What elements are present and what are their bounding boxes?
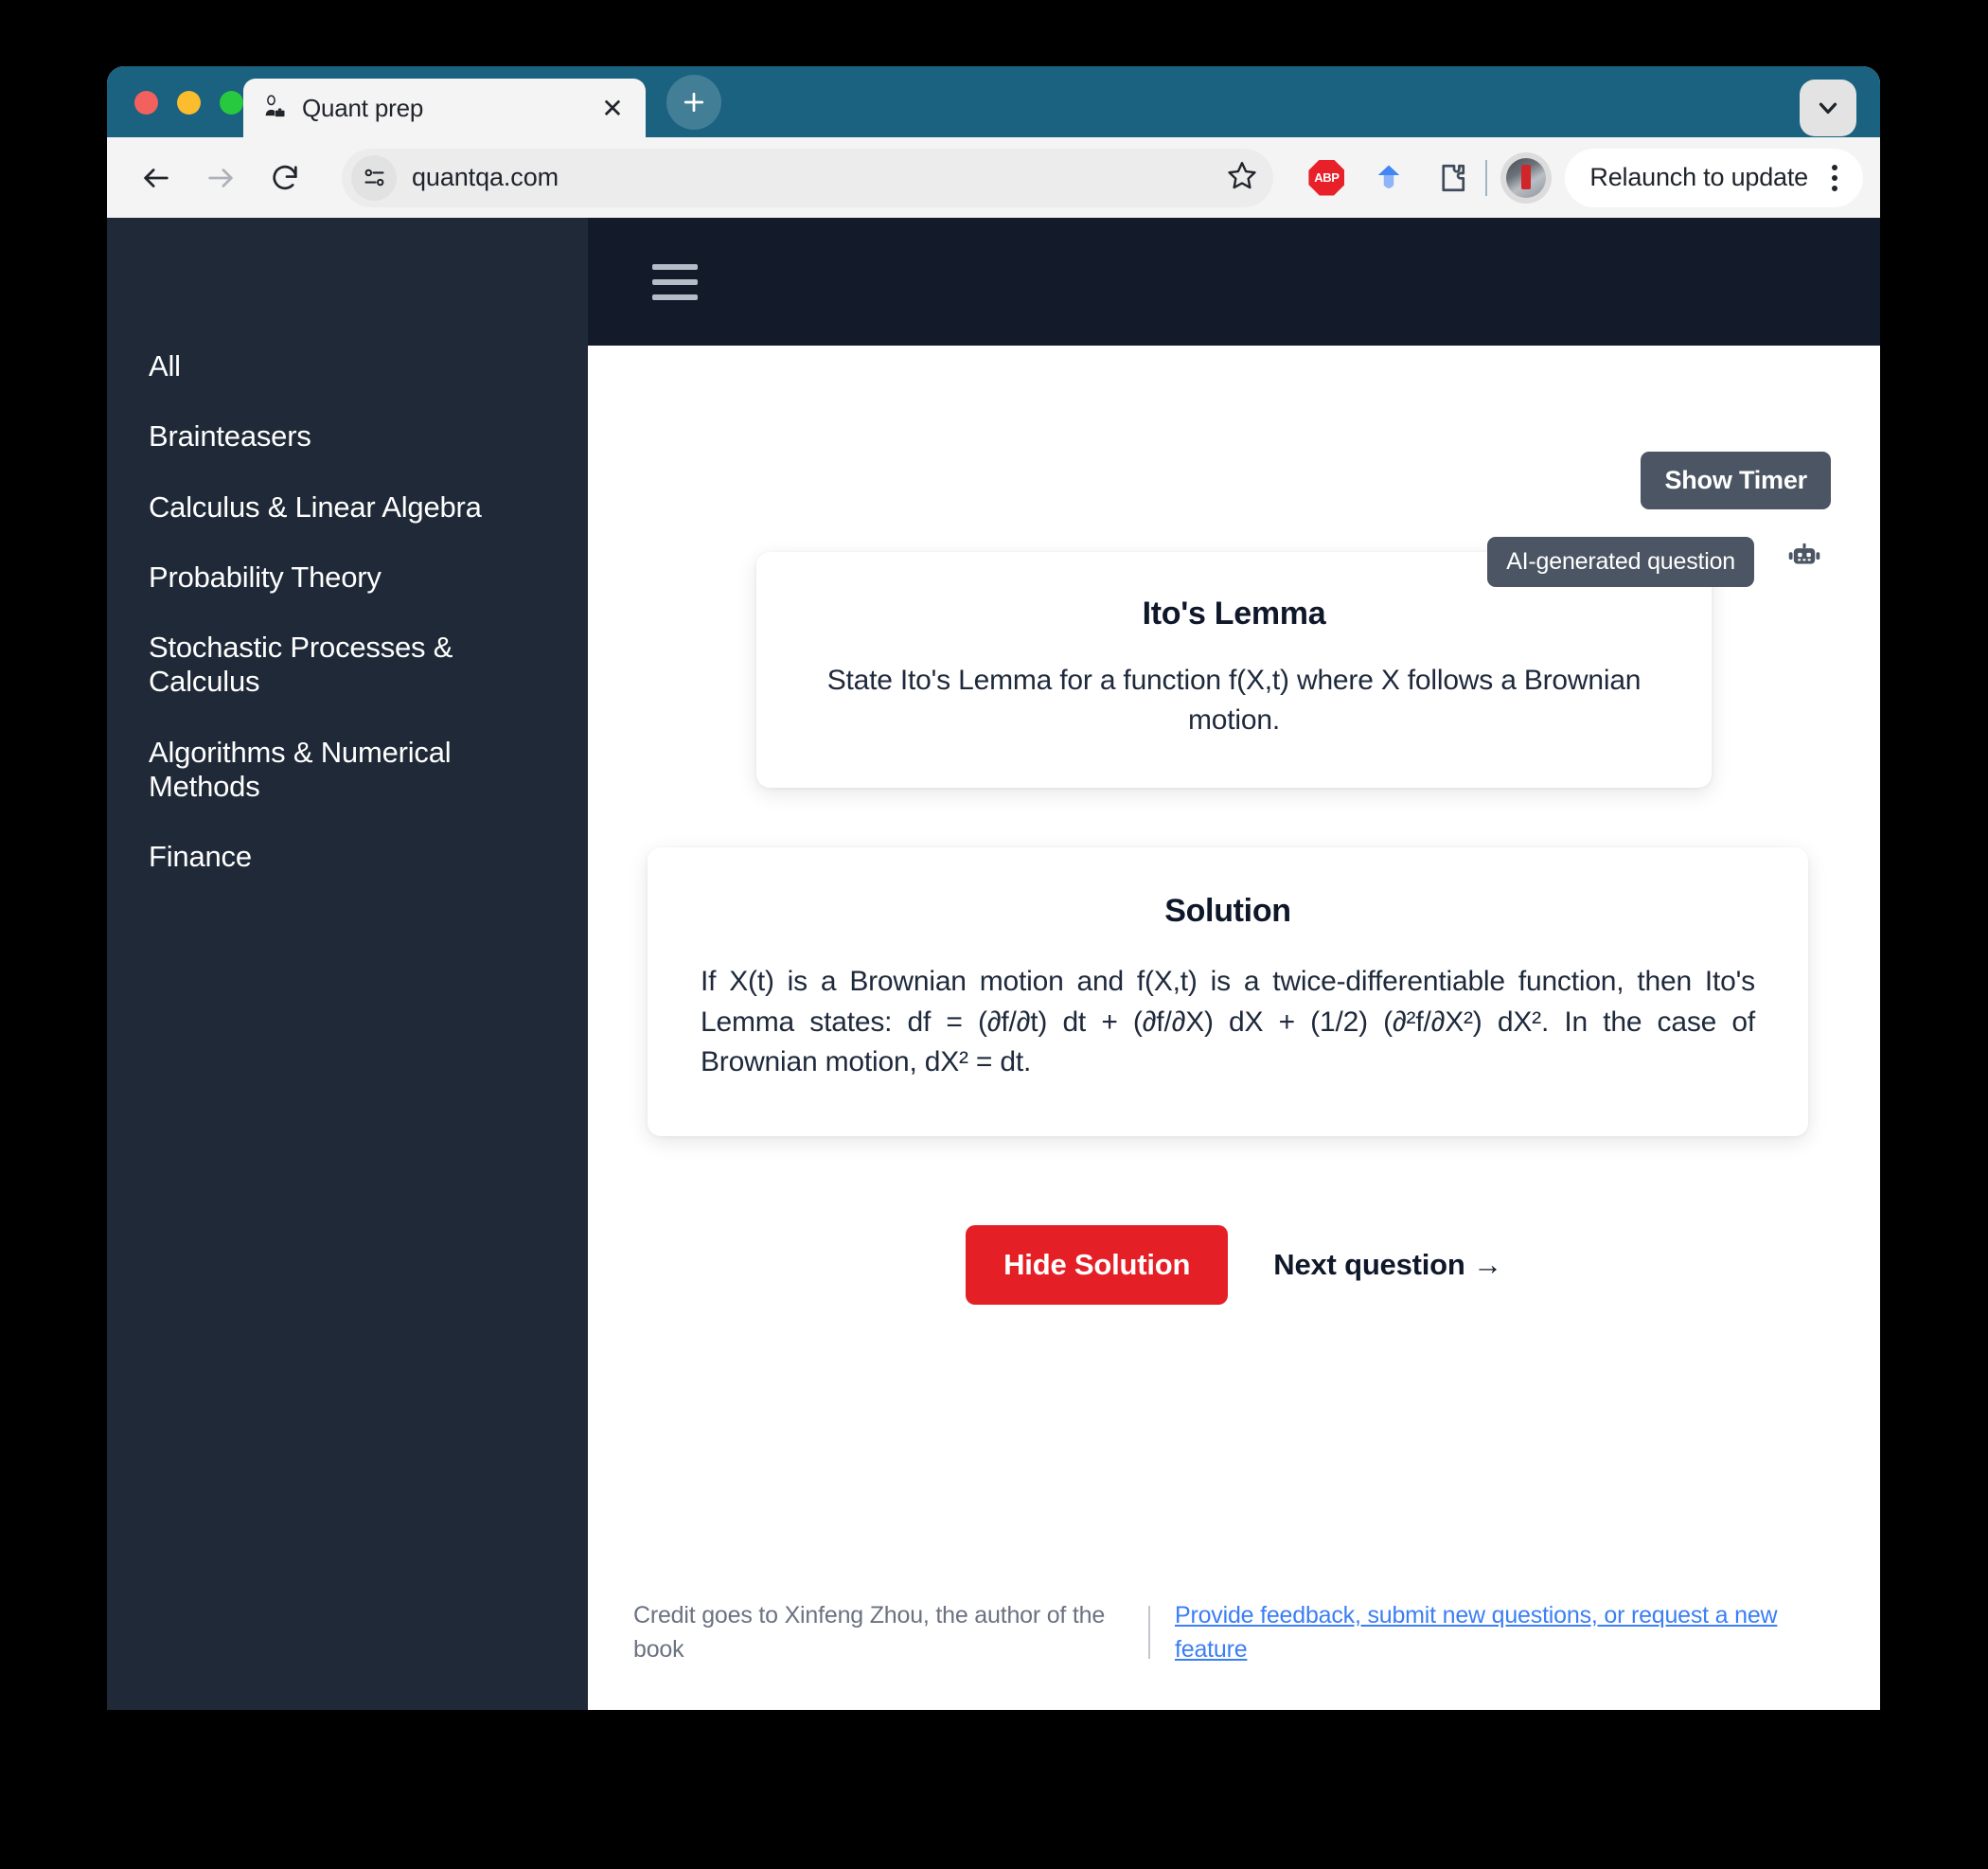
app-header bbox=[588, 218, 1880, 346]
robot-icon[interactable] bbox=[1782, 537, 1827, 582]
minimize-window-button[interactable] bbox=[177, 91, 201, 115]
sidebar-item-stochastic-processes-calculus[interactable]: Stochastic Processes & Calculus bbox=[107, 613, 588, 718]
footer-credit-text: Credit goes to Xinfeng Zhou, the author … bbox=[633, 1602, 1106, 1664]
solution-card: Solution If X(t) is a Brownian motion an… bbox=[648, 847, 1808, 1136]
page-body: All Brainteasers Calculus & Linear Algeb… bbox=[107, 218, 1880, 1710]
show-timer-button[interactable]: Show Timer bbox=[1641, 452, 1831, 509]
category-sidebar: All Brainteasers Calculus & Linear Algeb… bbox=[107, 218, 588, 1710]
update-label: Relaunch to update bbox=[1589, 163, 1808, 191]
avatar-image bbox=[1506, 157, 1547, 198]
question-title: Ito's Lemma bbox=[1142, 596, 1326, 632]
question-card: Ito's Lemma State Ito's Lemma for a func… bbox=[756, 552, 1712, 788]
tab-title: Quant prep bbox=[302, 93, 424, 122]
browser-window: Quant prep ✕ quantqa.com ABP Relaunch to… bbox=[107, 66, 1880, 1710]
question-text: State Ito's Lemma for a function f(X,t) … bbox=[826, 665, 1642, 736]
window-traffic-lights bbox=[134, 91, 243, 115]
businessperson-icon bbox=[260, 94, 289, 122]
question-panel: Show Timer AI-generated question Ito's L… bbox=[588, 346, 1880, 1710]
kebab-menu-icon[interactable] bbox=[1814, 157, 1855, 199]
address-bar-url: quantqa.com bbox=[412, 163, 559, 191]
ai-generated-badge: AI-generated question bbox=[1487, 537, 1754, 587]
extension-icons: ABP bbox=[1305, 157, 1472, 199]
solution-title: Solution bbox=[1164, 893, 1291, 929]
hide-solution-button[interactable]: Hide Solution bbox=[966, 1224, 1229, 1305]
reload-icon[interactable] bbox=[258, 151, 311, 205]
page-footer: Credit goes to Xinfeng Zhou, the author … bbox=[588, 1598, 1880, 1710]
sidebar-item-calculus-linear-algebra[interactable]: Calculus & Linear Algebra bbox=[107, 472, 588, 543]
new-tab-button[interactable] bbox=[666, 75, 721, 130]
timer-row: Show Timer bbox=[624, 346, 1844, 509]
sidebar-item-brainteasers[interactable]: Brainteasers bbox=[107, 401, 588, 472]
toolbar-divider bbox=[1485, 159, 1488, 196]
hamburger-icon[interactable] bbox=[652, 263, 698, 300]
chevron-down-icon[interactable] bbox=[1800, 80, 1856, 136]
sidebar-item-finance[interactable]: Finance bbox=[107, 822, 588, 892]
avatar[interactable] bbox=[1500, 151, 1553, 204]
solution-text: If X(t) is a Brownian motion and f(X,t) … bbox=[701, 966, 1755, 1078]
browser-toolbar: quantqa.com ABP Relaunch to update bbox=[107, 137, 1880, 218]
next-question-button[interactable]: Next question → bbox=[1273, 1248, 1502, 1282]
browser-tab-strip: Quant prep ✕ bbox=[107, 66, 1880, 137]
address-bar[interactable]: quantqa.com bbox=[342, 148, 1274, 207]
puzzle-icon[interactable] bbox=[1430, 157, 1472, 199]
main-content: Show Timer AI-generated question Ito's L… bbox=[588, 218, 1880, 1710]
tune-icon[interactable] bbox=[351, 154, 397, 201]
star-icon[interactable] bbox=[1226, 159, 1258, 196]
footer-divider bbox=[1148, 1606, 1150, 1659]
forward-arrow-icon[interactable] bbox=[194, 151, 247, 205]
sidebar-item-all[interactable]: All bbox=[107, 331, 588, 401]
action-buttons: Hide Solution Next question → bbox=[624, 1224, 1844, 1305]
close-window-button[interactable] bbox=[134, 91, 158, 115]
back-arrow-icon[interactable] bbox=[130, 151, 183, 205]
abp-label: ABP bbox=[1308, 159, 1345, 196]
close-tab-button[interactable]: ✕ bbox=[596, 92, 629, 124]
browser-tab[interactable]: Quant prep ✕ bbox=[243, 79, 646, 137]
diamond-icon[interactable] bbox=[1368, 157, 1410, 199]
sidebar-item-probability-theory[interactable]: Probability Theory bbox=[107, 543, 588, 613]
abp-icon[interactable]: ABP bbox=[1305, 157, 1347, 199]
sidebar-item-algorithms-numerical-methods[interactable]: Algorithms & Numerical Methods bbox=[107, 718, 588, 823]
relaunch-to-update-button[interactable]: Relaunch to update bbox=[1565, 148, 1863, 207]
maximize-window-button[interactable] bbox=[220, 91, 243, 115]
feedback-link[interactable]: Provide feedback, submit new questions, … bbox=[1175, 1598, 1823, 1667]
